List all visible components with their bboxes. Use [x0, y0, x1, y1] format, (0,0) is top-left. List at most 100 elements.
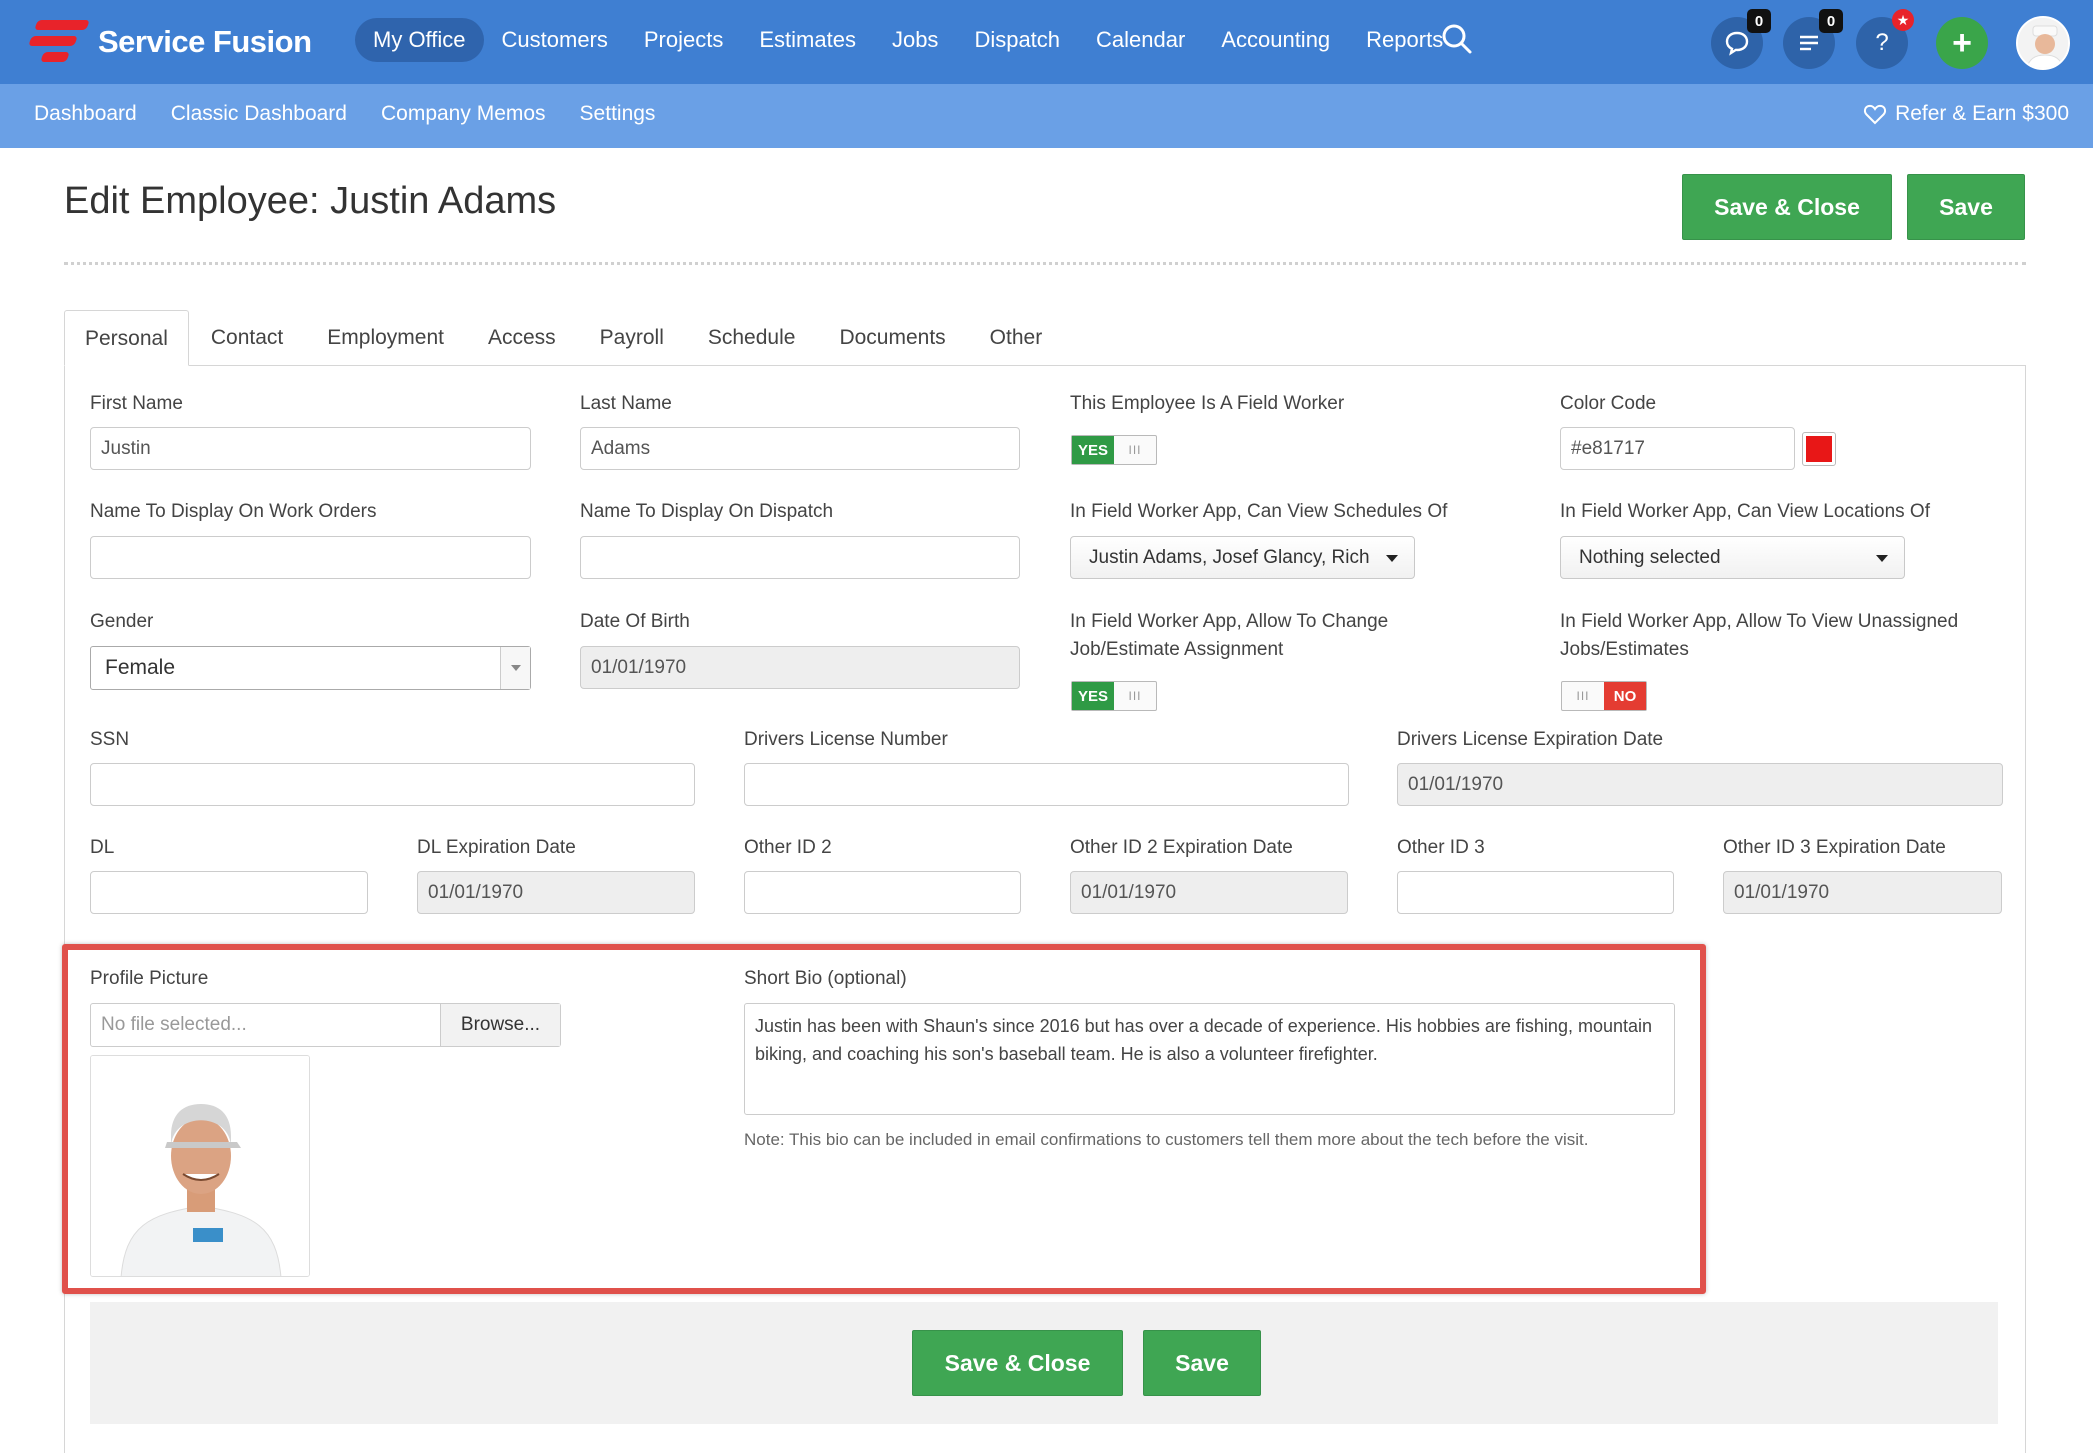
tab-payroll[interactable]: Payroll: [578, 310, 686, 366]
first-name-label: First Name: [90, 393, 183, 414]
ssn-input[interactable]: [90, 763, 695, 806]
chat-count-badge: 0: [1747, 9, 1771, 33]
toggle-yes-label: YES: [1072, 436, 1114, 464]
dl-number-label: Drivers License Number: [744, 729, 948, 750]
tab-documents[interactable]: Documents: [817, 310, 967, 366]
nav-dispatch[interactable]: Dispatch: [956, 18, 1078, 62]
browse-button[interactable]: Browse...: [440, 1004, 560, 1046]
top-navbar: Service Fusion My Office Customers Proje…: [0, 0, 2093, 84]
page-title: Edit Employee: Justin Adams: [64, 180, 557, 222]
toggle-grip-icon: III: [1576, 689, 1590, 703]
other-id2-input[interactable]: [744, 871, 1021, 914]
save-button-top[interactable]: Save: [1907, 174, 2025, 240]
nav-my-office[interactable]: My Office: [355, 18, 484, 62]
subnav-settings[interactable]: Settings: [580, 102, 656, 126]
other-id3-exp-label: Other ID 3 Expiration Date: [1723, 837, 1946, 858]
view-schedules-value: Justin Adams, Josef Glancy, Rich: [1089, 547, 1370, 568]
dl-label: DL: [90, 837, 115, 858]
help-button[interactable]: ? ★: [1856, 9, 1914, 69]
service-fusion-logo-icon: [28, 16, 90, 68]
color-picker-swatch[interactable]: [1802, 432, 1836, 466]
other-id2-exp-label: Other ID 2 Expiration Date: [1070, 837, 1293, 858]
change-assignment-toggle[interactable]: YES III: [1071, 681, 1157, 711]
field-worker-label: This Employee Is A Field Worker: [1070, 393, 1345, 414]
dl-expiration-label: Drivers License Expiration Date: [1397, 729, 1664, 750]
tasks-count-badge: 0: [1819, 9, 1843, 33]
short-bio-textarea[interactable]: Justin has been with Shaun's since 2016 …: [744, 1003, 1675, 1115]
view-locations-value: Nothing selected: [1579, 547, 1721, 568]
header-divider: [64, 262, 2026, 265]
dl-expiration-input[interactable]: 01/01/1970: [1397, 763, 2003, 806]
subnav-company-memos[interactable]: Company Memos: [381, 102, 546, 126]
nav-customers[interactable]: Customers: [484, 18, 626, 62]
other-id2-exp-input[interactable]: 01/01/1970: [1070, 871, 1348, 914]
save-button-bottom[interactable]: Save: [1143, 1330, 1261, 1396]
dob-label: Date Of Birth: [580, 611, 690, 632]
chat-button[interactable]: 0: [1711, 9, 1771, 69]
sub-navbar: Dashboard Classic Dashboard Company Memo…: [0, 84, 2093, 148]
star-icon: ★: [1892, 9, 1914, 31]
color-code-input[interactable]: #e81717: [1560, 427, 1795, 470]
tab-schedule[interactable]: Schedule: [686, 310, 818, 366]
refer-earn-label: Refer & Earn $300: [1895, 102, 2069, 125]
chat-icon: [1725, 31, 1749, 56]
tab-bar: Personal Contact Employment Access Payro…: [64, 310, 1064, 366]
plus-icon: +: [1952, 23, 1972, 62]
tasks-button[interactable]: 0: [1783, 9, 1843, 69]
tab-access[interactable]: Access: [466, 310, 578, 366]
view-unassigned-label-2: Jobs/Estimates: [1560, 639, 1689, 660]
subnav-dashboard[interactable]: Dashboard: [34, 102, 137, 126]
refer-earn-link[interactable]: Refer & Earn $300: [1863, 102, 2069, 126]
subnav-classic-dashboard[interactable]: Classic Dashboard: [171, 102, 347, 126]
dl-input[interactable]: [90, 871, 368, 914]
file-placeholder: No file selected...: [101, 1014, 247, 1035]
tab-employment[interactable]: Employment: [305, 310, 466, 366]
view-locations-select[interactable]: Nothing selected: [1560, 536, 1905, 579]
other-id3-input[interactable]: [1397, 871, 1674, 914]
nav-estimates[interactable]: Estimates: [741, 18, 874, 62]
view-unassigned-toggle[interactable]: III NO: [1561, 681, 1647, 711]
name-work-orders-input[interactable]: [90, 536, 531, 579]
caret-down-icon: [1386, 555, 1398, 562]
brand-name: Service Fusion: [98, 24, 312, 59]
dob-input[interactable]: 01/01/1970: [580, 646, 1020, 689]
user-avatar[interactable]: [2016, 16, 2070, 70]
search-icon[interactable]: [1440, 22, 1480, 62]
heart-icon: [1864, 104, 1887, 125]
dropdown-arrow-icon: [500, 647, 530, 689]
gender-value: Female: [105, 656, 176, 679]
toggle-yes-label: YES: [1072, 682, 1114, 710]
tab-other[interactable]: Other: [968, 310, 1065, 366]
nav-accounting[interactable]: Accounting: [1203, 18, 1348, 62]
save-close-button-bottom[interactable]: Save & Close: [912, 1330, 1123, 1396]
nav-projects[interactable]: Projects: [626, 18, 741, 62]
view-schedules-label: In Field Worker App, Can View Schedules …: [1070, 501, 1448, 522]
save-close-button-top[interactable]: Save & Close: [1682, 174, 1892, 240]
dl-number-input[interactable]: [744, 763, 1349, 806]
change-assignment-label-2: Job/Estimate Assignment: [1070, 639, 1284, 660]
name-work-orders-label: Name To Display On Work Orders: [90, 501, 377, 522]
sub-nav: Dashboard Classic Dashboard Company Memo…: [34, 102, 689, 126]
brand-logo[interactable]: Service Fusion: [28, 14, 312, 70]
main-nav: My Office Customers Projects Estimates J…: [355, 18, 1461, 62]
last-name-label: Last Name: [580, 393, 672, 414]
nav-calendar[interactable]: Calendar: [1078, 18, 1203, 62]
view-locations-label: In Field Worker App, Can View Locations …: [1560, 501, 1930, 522]
list-icon: [1800, 35, 1818, 51]
toggle-grip-icon: III: [1128, 443, 1142, 457]
other-id3-exp-input[interactable]: 01/01/1970: [1723, 871, 2002, 914]
help-icon: ?: [1875, 29, 1889, 56]
view-schedules-select[interactable]: Justin Adams, Josef Glancy, Rich: [1070, 536, 1415, 579]
name-dispatch-label: Name To Display On Dispatch: [580, 501, 834, 522]
tab-personal[interactable]: Personal: [64, 310, 189, 366]
nav-jobs[interactable]: Jobs: [874, 18, 956, 62]
first-name-input[interactable]: Justin: [90, 427, 531, 470]
tab-contact[interactable]: Contact: [189, 310, 305, 366]
profile-picture-file-input[interactable]: No file selected... Browse...: [90, 1003, 561, 1047]
gender-select[interactable]: Female: [90, 646, 531, 690]
name-dispatch-input[interactable]: [580, 536, 1020, 579]
dl-exp-date-input[interactable]: 01/01/1970: [417, 871, 695, 914]
last-name-input[interactable]: Adams: [580, 427, 1020, 470]
field-worker-toggle[interactable]: YES III: [1071, 435, 1157, 465]
add-new-button[interactable]: +: [1936, 17, 1988, 69]
